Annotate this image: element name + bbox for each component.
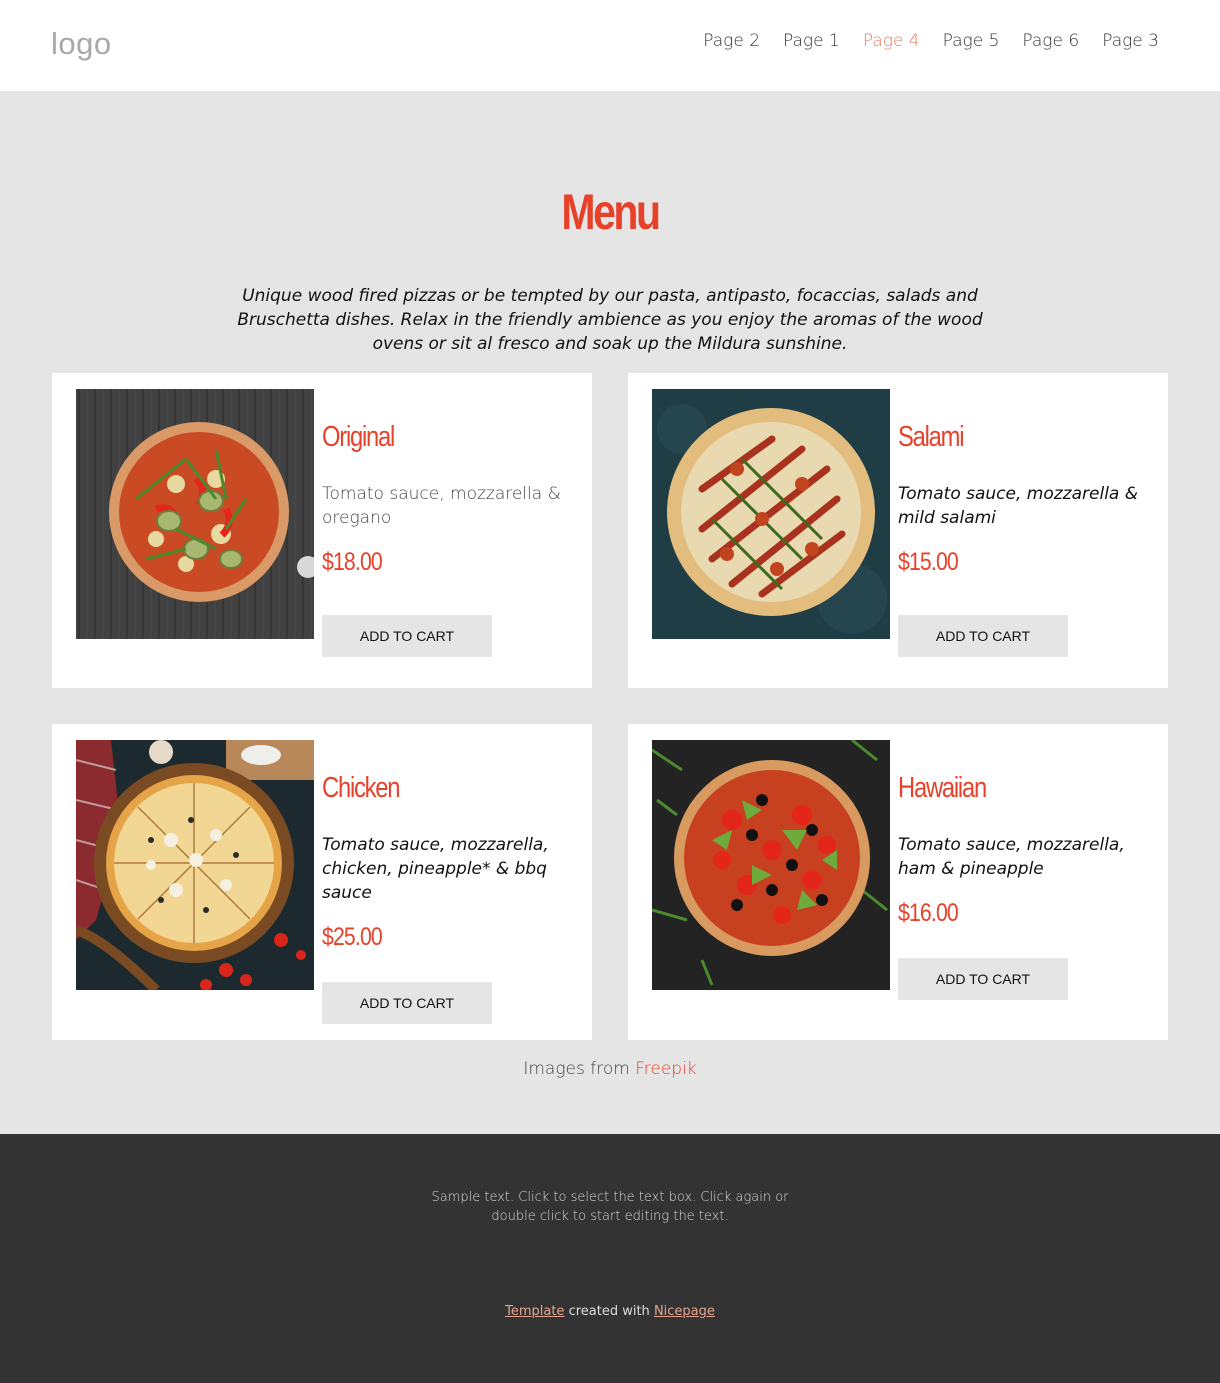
item-description: Tomato sauce, mozzarella & oregano: [322, 484, 561, 528]
pizza-image-hawaiian: [652, 740, 890, 990]
freepik-link[interactable]: Freepik: [635, 1059, 696, 1079]
main-nav: Page 2 Page 1 Page 4 Page 5 Page 6 Page …: [680, 31, 1159, 51]
credit-prefix: Images from: [523, 1059, 630, 1079]
pizza-image-chicken: [76, 740, 314, 990]
add-to-cart-button[interactable]: ADD TO CART: [322, 615, 492, 657]
add-to-cart-button[interactable]: ADD TO CART: [898, 958, 1068, 1000]
intro-text: Unique wood fired pizzas or be tempted b…: [237, 286, 983, 354]
site-header: logo Page 2 Page 1 Page 4 Page 5 Page 6 …: [0, 0, 1220, 91]
item-name: Original: [322, 421, 395, 453]
item-name: Hawaiian: [898, 772, 987, 804]
site-footer: Sample text. Click to select the text bo…: [0, 1134, 1220, 1383]
menu-card-original: Original Tomato sauce, mozzarella & oreg…: [52, 373, 592, 688]
item-price: $15.00: [898, 548, 959, 576]
add-to-cart-button[interactable]: ADD TO CART: [898, 615, 1068, 657]
nicepage-link[interactable]: Nicepage: [654, 1304, 715, 1319]
logo[interactable]: logo: [51, 26, 112, 62]
page-title: Menu: [561, 184, 661, 240]
menu-card-chicken: Chicken Tomato sauce, mozzarella, chicke…: [52, 724, 592, 1040]
pizza-image-salami: [652, 389, 890, 639]
menu-card-salami: Salami Tomato sauce, mozzarella & mild s…: [628, 373, 1168, 688]
pizza-image-original: [76, 389, 314, 639]
item-description: Tomato sauce, mozzarella, chicken, pinea…: [322, 835, 549, 903]
menu-section: Menu Unique wood fired pizzas or be temp…: [0, 91, 1220, 1134]
image-credit: Images from Freepik: [0, 1059, 1220, 1079]
item-description: Tomato sauce, mozzarella & mild salami: [898, 484, 1138, 528]
item-name: Salami: [898, 421, 965, 453]
nav-link-page-2[interactable]: Page 2: [703, 31, 760, 51]
add-to-cart-button[interactable]: ADD TO CART: [322, 982, 492, 1024]
nav-link-page-3[interactable]: Page 3: [1102, 31, 1159, 51]
item-price: $18.00: [322, 548, 383, 576]
footer-credit-middle: created with: [568, 1304, 650, 1319]
nav-link-page-5[interactable]: Page 5: [943, 31, 1000, 51]
footer-sample-text: Sample text. Click to select the text bo…: [431, 1190, 789, 1224]
template-link[interactable]: Template: [505, 1304, 564, 1319]
menu-card-hawaiian: Hawaiian Tomato sauce, mozzarella, ham &…: [628, 724, 1168, 1040]
nav-link-page-1[interactable]: Page 1: [783, 31, 840, 51]
nav-link-page-4[interactable]: Page 4: [863, 31, 920, 51]
nav-link-page-6[interactable]: Page 6: [1022, 31, 1079, 51]
item-price: $16.00: [898, 899, 959, 927]
footer-credit: Template created with Nicepage: [0, 1304, 1220, 1319]
item-price: $25.00: [322, 923, 383, 951]
item-description: Tomato sauce, mozzarella, ham & pineappl…: [898, 835, 1125, 879]
item-name: Chicken: [322, 772, 401, 804]
